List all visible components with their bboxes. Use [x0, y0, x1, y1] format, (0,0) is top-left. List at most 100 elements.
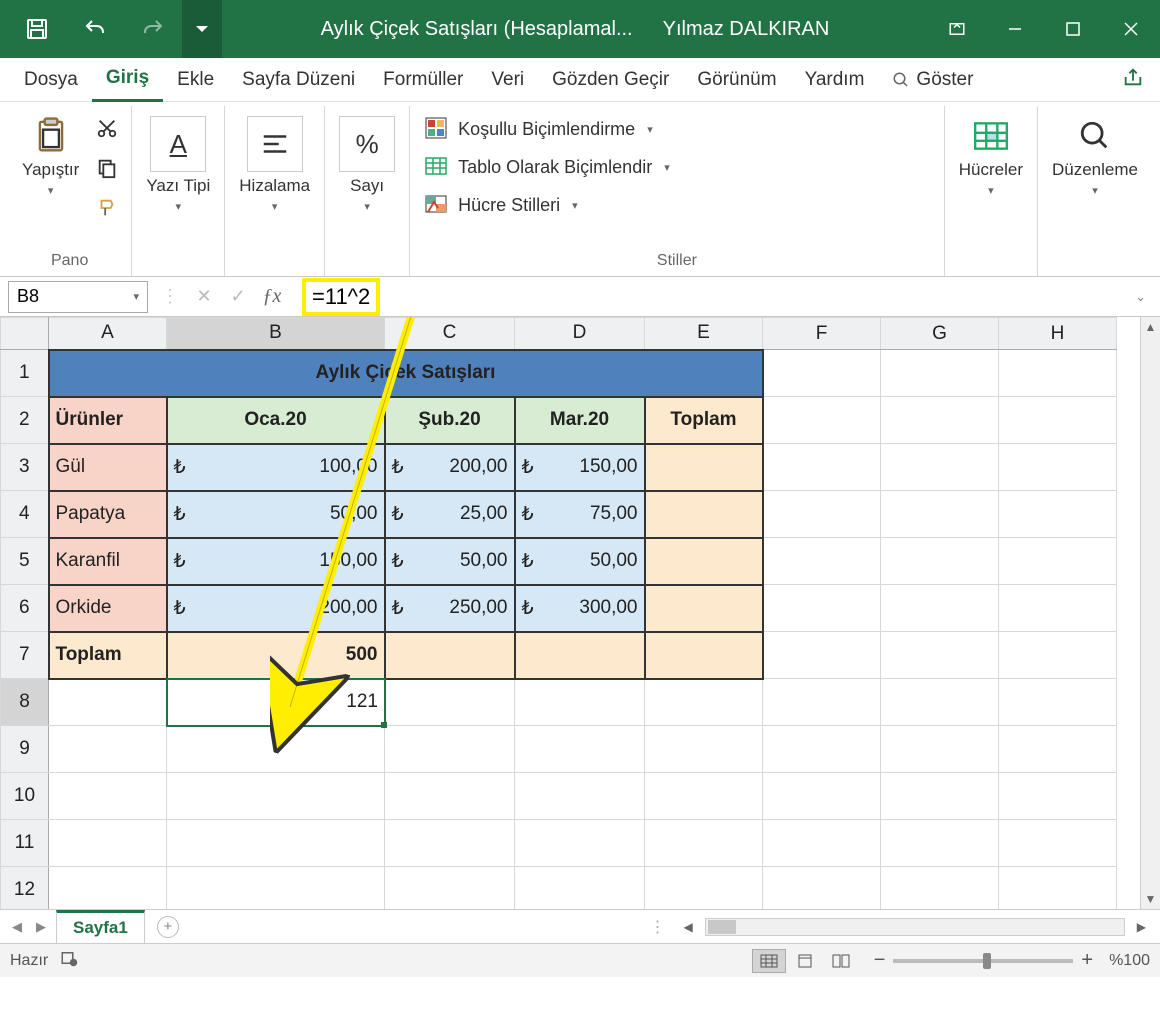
cell[interactable]	[515, 726, 645, 773]
cell[interactable]	[385, 726, 515, 773]
column-header[interactable]: H	[999, 318, 1117, 350]
cell[interactable]: Papatya	[49, 491, 167, 538]
zoom-in-button[interactable]: +	[1081, 949, 1093, 972]
scroll-up-button[interactable]: ▲	[1141, 317, 1160, 337]
cell[interactable]	[167, 867, 385, 910]
row-header[interactable]: 10	[1, 773, 49, 820]
sheet-nav-prev[interactable]: ◀	[8, 919, 26, 935]
column-header[interactable]: G	[881, 318, 999, 350]
close-button[interactable]	[1102, 0, 1160, 58]
cell[interactable]	[645, 632, 763, 679]
cell[interactable]	[645, 585, 763, 632]
cell[interactable]	[999, 350, 1117, 397]
cut-button[interactable]	[91, 112, 123, 144]
tab-help[interactable]: Yardım	[791, 58, 879, 102]
cell[interactable]: Toplam	[49, 632, 167, 679]
copy-button[interactable]	[91, 152, 123, 184]
cell[interactable]	[999, 867, 1117, 910]
zoom-slider-thumb[interactable]	[983, 953, 991, 969]
cell[interactable]: ₺200,00	[385, 444, 515, 491]
cell[interactable]	[881, 585, 999, 632]
cell[interactable]	[645, 491, 763, 538]
cell[interactable]	[645, 820, 763, 867]
row-header[interactable]: 6	[1, 585, 49, 632]
cell[interactable]	[515, 679, 645, 726]
cell[interactable]	[881, 397, 999, 444]
cell[interactable]: Karanfil	[49, 538, 167, 585]
number-button[interactable]: % Sayı ▾	[333, 112, 401, 217]
scrollbar-thumb[interactable]	[708, 920, 736, 934]
save-button[interactable]	[8, 0, 66, 58]
format-painter-button[interactable]	[91, 192, 123, 224]
paste-button[interactable]: Yapıştır ▾	[16, 112, 85, 201]
row-header[interactable]: 8	[1, 679, 49, 726]
conditional-formatting-button[interactable]: Koşullu Biçimlendirme ▾	[418, 112, 659, 146]
tab-home[interactable]: Giriş	[92, 58, 163, 102]
column-header[interactable]: E	[645, 318, 763, 350]
cell[interactable]	[645, 679, 763, 726]
scrollbar-track[interactable]	[1141, 337, 1160, 889]
cell[interactable]: ₺150,00	[515, 444, 645, 491]
cell[interactable]	[881, 632, 999, 679]
cell[interactable]: ₺50,00	[385, 538, 515, 585]
cell[interactable]: Orkide	[49, 585, 167, 632]
cell[interactable]: Mar.20	[515, 397, 645, 444]
cell[interactable]: Gül	[49, 444, 167, 491]
maximize-button[interactable]	[1044, 0, 1102, 58]
sheet-table[interactable]: A B C D E F G H 1 Aylık Çiçek Satışları	[0, 317, 1117, 909]
font-button[interactable]: A Yazı Tipi ▾	[140, 112, 216, 217]
cell-active[interactable]: 121	[167, 679, 385, 726]
cell[interactable]	[881, 444, 999, 491]
cell[interactable]: ₺250,00	[385, 585, 515, 632]
cell[interactable]: ₺100,00	[167, 444, 385, 491]
formula-input[interactable]: =11^2	[294, 281, 1121, 313]
row-header[interactable]: 1	[1, 350, 49, 397]
page-layout-view-button[interactable]	[788, 949, 822, 973]
editing-button[interactable]: Düzenleme ▾	[1046, 112, 1144, 201]
alignment-button[interactable]: Hizalama ▾	[233, 112, 316, 217]
cell[interactable]	[167, 820, 385, 867]
cell[interactable]: ₺50,00	[515, 538, 645, 585]
row-header[interactable]: 11	[1, 820, 49, 867]
row-header[interactable]: 9	[1, 726, 49, 773]
cell[interactable]	[49, 726, 167, 773]
zoom-out-button[interactable]: −	[874, 949, 886, 972]
tab-view[interactable]: Görünüm	[683, 58, 790, 102]
cell[interactable]	[645, 773, 763, 820]
cell[interactable]	[999, 773, 1117, 820]
row-header[interactable]: 4	[1, 491, 49, 538]
cell[interactable]: ₺150,00	[167, 538, 385, 585]
minimize-button[interactable]	[986, 0, 1044, 58]
column-header[interactable]: F	[763, 318, 881, 350]
column-header[interactable]: B	[167, 318, 385, 350]
cell[interactable]	[881, 679, 999, 726]
formula-options-icon[interactable]: ⋮	[156, 286, 184, 307]
cancel-formula-button[interactable]: ✕	[190, 286, 218, 307]
scroll-down-button[interactable]: ▼	[1141, 889, 1160, 909]
cell[interactable]	[999, 726, 1117, 773]
scroll-right-button[interactable]: ▶	[1131, 920, 1152, 934]
cell[interactable]	[515, 820, 645, 867]
cell[interactable]	[763, 726, 881, 773]
cell[interactable]: Oca.20	[167, 397, 385, 444]
cell[interactable]	[763, 538, 881, 585]
row-header[interactable]: 12	[1, 867, 49, 910]
row-header[interactable]: 2	[1, 397, 49, 444]
macro-record-icon[interactable]	[60, 949, 78, 972]
cell[interactable]	[881, 773, 999, 820]
insert-function-button[interactable]: ƒx	[258, 285, 286, 308]
cell[interactable]	[645, 538, 763, 585]
cell[interactable]	[999, 679, 1117, 726]
cell[interactable]: Ürünler	[49, 397, 167, 444]
cell[interactable]	[645, 444, 763, 491]
cell[interactable]	[763, 679, 881, 726]
vertical-scrollbar[interactable]: ▲ ▼	[1140, 317, 1160, 909]
sheet-tab[interactable]: Sayfa1	[56, 910, 145, 943]
cell[interactable]: ₺25,00	[385, 491, 515, 538]
cell[interactable]: ₺200,00	[167, 585, 385, 632]
cell[interactable]	[881, 491, 999, 538]
format-as-table-button[interactable]: Tablo Olarak Biçimlendir ▾	[418, 150, 676, 184]
cell-styles-button[interactable]: Hücre Stilleri ▾	[418, 188, 584, 222]
cell[interactable]	[763, 820, 881, 867]
cell[interactable]	[515, 773, 645, 820]
